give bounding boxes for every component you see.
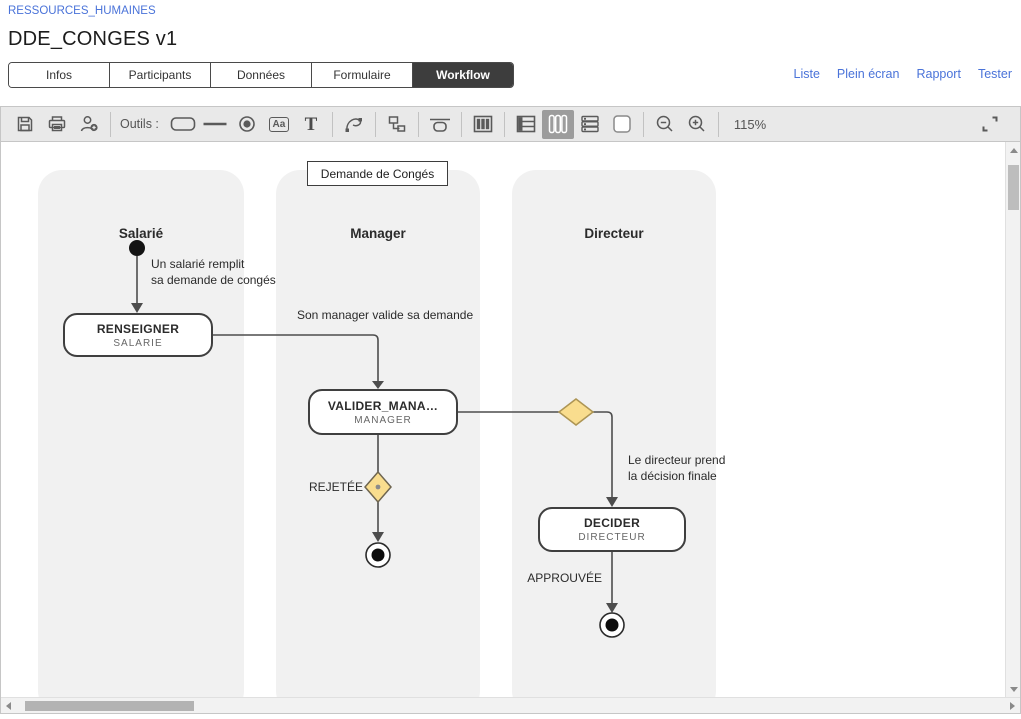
- columns-table-tool[interactable]: [467, 110, 499, 139]
- text-box-icon: Aa: [269, 117, 290, 132]
- app-root: RESSOURCES_HUMAINES DDE_CONGES v1 Infos …: [0, 0, 1021, 719]
- expand-button[interactable]: [974, 110, 1006, 139]
- expand-icon: [980, 114, 1000, 134]
- task-role: MANAGER: [354, 415, 412, 426]
- save-icon: [15, 114, 35, 134]
- connector-icon: [386, 114, 408, 134]
- toolbar-divider: [643, 112, 644, 137]
- tab-participants[interactable]: Participants: [109, 63, 210, 87]
- horizontal-scrollbar[interactable]: [1, 697, 1020, 713]
- diagram-canvas[interactable]: Salarié Manager Directeur: [1, 142, 1003, 697]
- text-box-tool[interactable]: Aa: [263, 110, 295, 139]
- scroll-left-arrow[interactable]: [6, 702, 11, 710]
- line-icon: [201, 113, 229, 135]
- task-name: DECIDER: [584, 516, 640, 530]
- path-edit-icon: [343, 114, 365, 134]
- vertical-scrollbar[interactable]: [1005, 142, 1020, 697]
- task-role: DIRECTEUR: [578, 532, 645, 543]
- toolbar-divider: [110, 112, 111, 137]
- print-button[interactable]: [41, 110, 73, 139]
- gateway-diamond: [559, 399, 593, 425]
- start-note: Un salarié remplit sa demande de congés: [151, 256, 276, 288]
- end-node-icon: [237, 114, 257, 134]
- blank-shape-icon: [611, 113, 633, 135]
- print-icon: [46, 114, 68, 134]
- tab-workflow[interactable]: Workflow: [412, 63, 513, 87]
- list-rows-icon: [579, 114, 601, 134]
- pool-icon: [428, 114, 452, 134]
- task-valider-manager[interactable]: VALIDER_MANA… MANAGER: [308, 389, 458, 435]
- save-button[interactable]: [9, 110, 41, 139]
- tab-formulaire[interactable]: Formulaire: [311, 63, 412, 87]
- vertical-scroll-thumb[interactable]: [1008, 165, 1019, 210]
- toolbar-divider: [718, 112, 719, 137]
- editor-toolbar: Outils : Aa T: [1, 107, 1020, 142]
- add-user-button[interactable]: [73, 110, 105, 139]
- rounded-rect-tool[interactable]: [167, 110, 199, 139]
- task-renseigner[interactable]: RENSEIGNER SALARIE: [63, 313, 213, 357]
- page-title: DDE_CONGES v1: [8, 28, 177, 51]
- zoom-out-button[interactable]: [649, 110, 681, 139]
- rejected-label: REJETÉE: [263, 480, 363, 494]
- diagram-edges-layer[interactable]: [1, 142, 1003, 697]
- rejected-gateway-diamond: [365, 472, 391, 502]
- zoom-level: 115%: [734, 117, 766, 132]
- plein-ecran-link[interactable]: Plein écran: [837, 67, 900, 81]
- columns-table-icon: [472, 114, 494, 134]
- end-node-directeur: [600, 613, 624, 637]
- connector-tool[interactable]: [381, 110, 413, 139]
- tab-donnees[interactable]: Données: [210, 63, 311, 87]
- scroll-up-arrow[interactable]: [1010, 148, 1018, 153]
- task-decider[interactable]: DECIDER DIRECTEUR: [538, 507, 686, 552]
- toolbar-divider: [461, 112, 462, 137]
- task-name: RENSEIGNER: [97, 322, 179, 336]
- canvas-area: Salarié Manager Directeur: [1, 142, 1020, 697]
- tools-label: Outils :: [120, 117, 159, 131]
- add-user-icon: [78, 114, 100, 134]
- tester-link[interactable]: Tester: [978, 67, 1012, 81]
- breadcrumb[interactable]: RESSOURCES_HUMAINES: [8, 5, 156, 17]
- zoom-in-icon: [686, 114, 708, 134]
- pool-tool[interactable]: [424, 110, 456, 139]
- toolbar-divider: [375, 112, 376, 137]
- line-tool[interactable]: [199, 110, 231, 139]
- start-node: [129, 240, 145, 256]
- zoom-in-button[interactable]: [681, 110, 713, 139]
- path-edit-tool[interactable]: [338, 110, 370, 139]
- manager-note: Son manager valide sa demande: [297, 307, 473, 323]
- task-name: VALIDER_MANA…: [328, 399, 438, 413]
- toolbar-divider: [504, 112, 505, 137]
- process-title-box[interactable]: Demande de Congés: [307, 161, 448, 186]
- rows-table-icon: [515, 114, 537, 134]
- text-icon: T: [305, 115, 318, 134]
- action-links: Liste Plein écran Rapport Tester: [794, 67, 1012, 81]
- zoom-out-icon: [654, 114, 676, 134]
- list-rows-tool[interactable]: [574, 110, 606, 139]
- rounded-rect-icon: [169, 113, 197, 135]
- liste-link[interactable]: Liste: [794, 67, 820, 81]
- horizontal-scroll-thumb[interactable]: [25, 701, 194, 711]
- tab-infos[interactable]: Infos: [9, 63, 109, 87]
- workflow-editor: Outils : Aa T: [0, 106, 1021, 714]
- vertical-lanes-tool[interactable]: [542, 110, 574, 139]
- task-role: SALARIE: [113, 338, 162, 349]
- approved-label: APPROUVÉE: [502, 571, 602, 585]
- scroll-down-arrow[interactable]: [1010, 687, 1018, 692]
- tabbar: Infos Participants Données Formulaire Wo…: [8, 62, 514, 88]
- vertical-lanes-icon: [546, 113, 570, 135]
- rapport-link[interactable]: Rapport: [916, 67, 960, 81]
- toolbar-divider: [418, 112, 419, 137]
- end-node-manager: [366, 543, 390, 567]
- toolbar-divider: [332, 112, 333, 137]
- text-tool[interactable]: T: [295, 110, 327, 139]
- scroll-right-arrow[interactable]: [1010, 702, 1015, 710]
- rows-table-tool[interactable]: [510, 110, 542, 139]
- blank-shape-tool[interactable]: [606, 110, 638, 139]
- end-node-tool[interactable]: [231, 110, 263, 139]
- director-note: Le directeur prend la décision finale: [628, 452, 725, 484]
